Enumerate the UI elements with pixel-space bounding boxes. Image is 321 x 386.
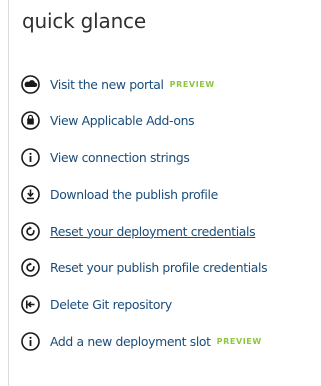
reset-publish-profile-credentials-label: Reset your publish profile credentials [50, 260, 268, 276]
info-icon [21, 148, 40, 167]
reset-publish-profile-credentials-link[interactable]: Reset your publish profile credentials [21, 258, 321, 278]
reset-icon [21, 221, 40, 241]
preview-badge: PREVIEW [169, 79, 215, 89]
reset-icon [21, 258, 40, 278]
visit-new-portal-label: Visit the new portal [50, 76, 164, 92]
download-icon [21, 185, 40, 204]
panel-title: quick glance [22, 9, 146, 33]
view-add-ons-label: View Applicable Add-ons [50, 113, 195, 129]
view-connection-strings-label: View connection strings [50, 150, 190, 166]
add-deployment-slot-link[interactable]: Add a new deployment slot PREVIEW [21, 332, 321, 352]
git-delete-icon [21, 295, 40, 315]
quick-glance-panel: quick glance Visit the new portal PREVIE… [8, 0, 320, 386]
view-connection-strings-link[interactable]: View connection strings [21, 148, 321, 168]
download-publish-profile-label: Download the publish profile [50, 186, 218, 202]
quick-glance-list: Visit the new portal PREVIEW View Applic… [21, 74, 321, 368]
download-publish-profile-link[interactable]: Download the publish profile [21, 184, 321, 204]
reset-deployment-credentials-link[interactable]: Reset your deployment credentials [21, 221, 321, 241]
add-deployment-slot-label: Add a new deployment slot [50, 334, 211, 350]
delete-git-repository-label: Delete Git repository [50, 297, 172, 313]
delete-git-repository-link[interactable]: Delete Git repository [21, 295, 321, 315]
shopping-bag-icon [21, 111, 40, 131]
info-icon [21, 332, 40, 351]
preview-badge: PREVIEW [216, 337, 262, 347]
view-add-ons-link[interactable]: View Applicable Add-ons [21, 111, 321, 131]
reset-deployment-credentials-label: Reset your deployment credentials [50, 223, 256, 239]
cloud-icon [21, 74, 40, 94]
visit-new-portal-link[interactable]: Visit the new portal PREVIEW [21, 74, 321, 94]
